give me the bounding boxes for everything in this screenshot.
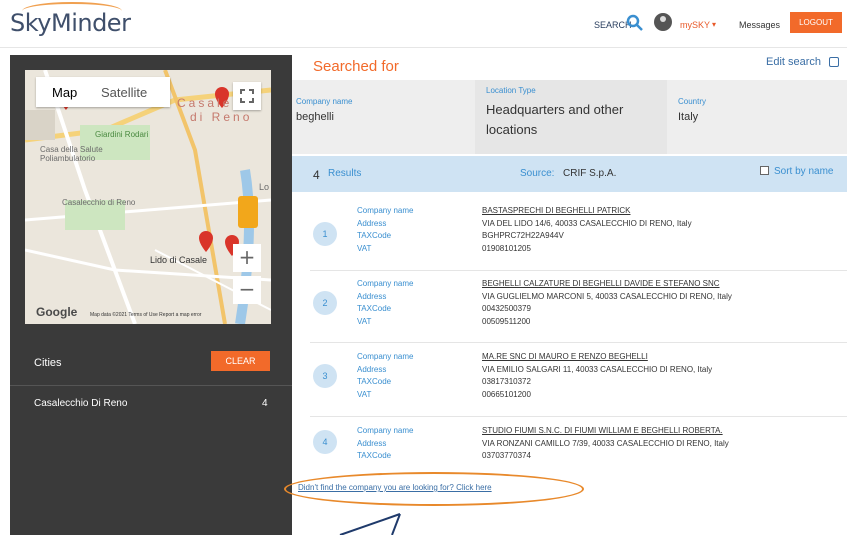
annotation-arrow bbox=[339, 513, 401, 535]
app-root: SkyMinder SEARCH mySKY ▾ Messages LOGOUT bbox=[0, 0, 847, 535]
